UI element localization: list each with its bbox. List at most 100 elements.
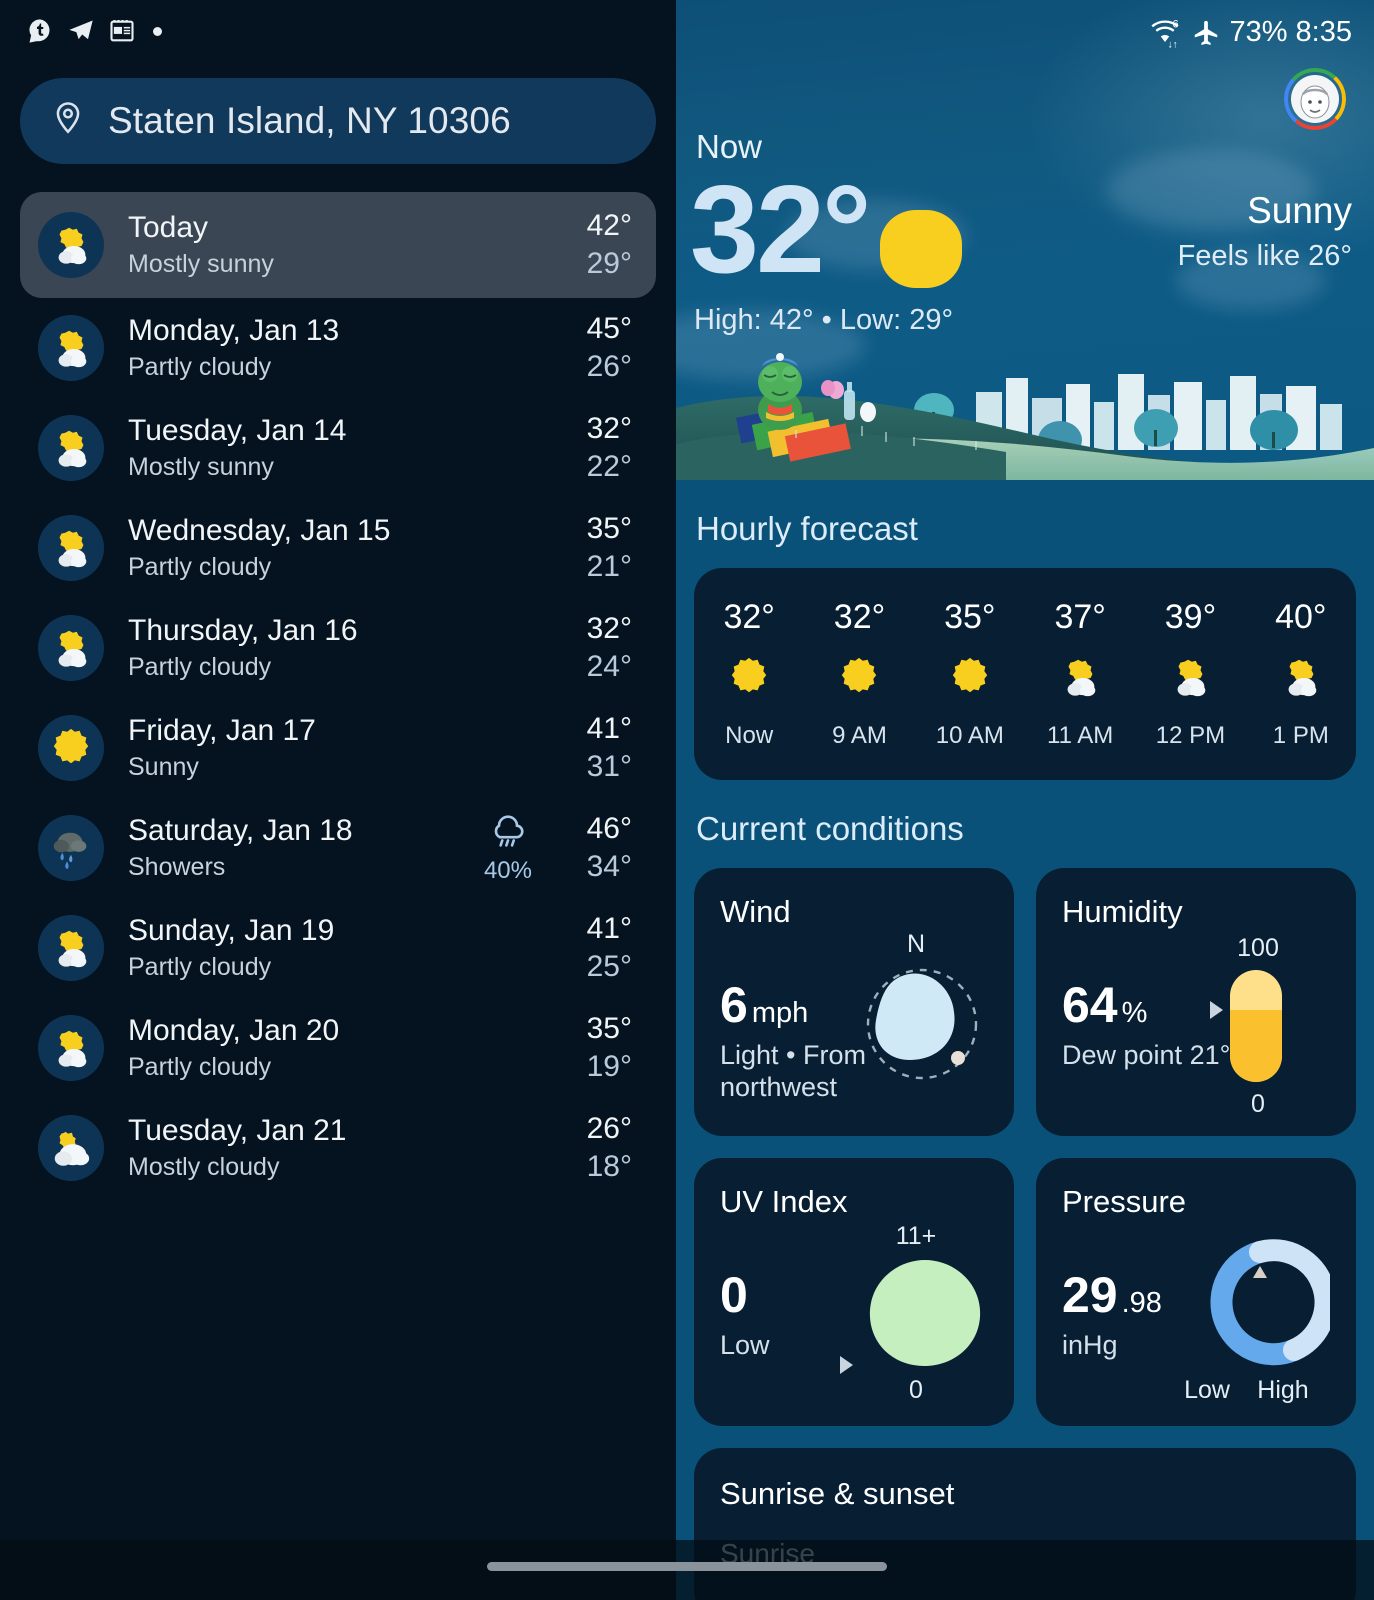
daily-forecast-panel: Staten Island, NY 10306 Today Mostly sunn…: [0, 0, 676, 1600]
hour-label: 12 PM: [1155, 722, 1226, 749]
day-info: Saturday, Jan 18 Showers: [128, 814, 484, 882]
uv-index-card[interactable]: UV Index 0 Low 11+ 0: [694, 1158, 1014, 1426]
humidity-title: Humidity: [1062, 894, 1183, 929]
day-high: 35°: [586, 1012, 632, 1046]
sun-icon: [837, 655, 881, 704]
uv-marker-icon: [840, 1356, 853, 1374]
day-row[interactable]: Friday, Jan 17 Sunny 41° 31°: [20, 698, 656, 798]
home-gesture-pill[interactable]: [487, 1562, 887, 1571]
hour-label: 11 AM: [1047, 722, 1114, 749]
day-temperatures: 41° 25°: [558, 912, 632, 983]
sunrise-sunset-title: Sunrise & sunset: [720, 1476, 955, 1511]
sun-behind-cloud-icon: [38, 315, 104, 381]
status-bar-notifications: [0, 0, 676, 62]
pressure-card[interactable]: Pressure 29 .98 inHg Low High: [1036, 1158, 1356, 1426]
sun-behind-cloud-icon: [38, 1015, 104, 1081]
condition-summary: Sunny Feels like 26°: [1178, 190, 1352, 273]
day-row[interactable]: Monday, Jan 20 Partly cloudy 35° 19°: [20, 998, 656, 1098]
hour-label: 10 AM: [935, 722, 1004, 749]
humidity-value-group: 64 %: [1062, 976, 1147, 1034]
wifi-6-icon: 6 ↓↑: [1150, 18, 1179, 48]
daily-forecast-list[interactable]: Today Mostly sunny 42° 29° Monday, Jan 13 Par…: [0, 192, 676, 1198]
hourly-item[interactable]: 39° 12 PM: [1135, 598, 1245, 750]
day-low: 25°: [586, 950, 632, 983]
sun-behind-cloud-icon: [38, 212, 104, 278]
location-pin-icon: [56, 102, 80, 134]
day-low: 26°: [586, 350, 632, 383]
airplane-mode-icon: [1194, 20, 1217, 45]
hour-label: 9 AM: [832, 722, 887, 749]
day-low: 29°: [586, 247, 632, 280]
sun-behind-cloud-icon: [38, 615, 104, 681]
day-info: Today Mostly sunny: [128, 211, 558, 279]
wind-unit: mph: [751, 997, 809, 1029]
current-weather-hero: 6 ↓↑ 73% 8:35 Now 32° High: 42° • Low: 2…: [676, 0, 1374, 480]
day-name: Friday, Jan 17: [128, 714, 316, 748]
hour-temperature: 32°: [723, 598, 775, 636]
wind-title: Wind: [720, 894, 791, 929]
news-icon: [110, 20, 134, 42]
hourly-item[interactable]: 35° 10 AM: [915, 598, 1025, 750]
day-low: 31°: [586, 750, 632, 783]
uv-gauge-max: 11+: [895, 1222, 937, 1250]
day-condition: Partly cloudy: [128, 352, 272, 381]
svg-text:↓↑: ↓↑: [1167, 39, 1177, 48]
system-navigation-bar: [0, 1540, 1374, 1600]
pressure-unit: inHg: [1062, 1330, 1118, 1360]
high-low-text: High: 42° • Low: 29°: [694, 304, 954, 336]
day-name: Saturday, Jan 18: [128, 814, 353, 848]
day-row[interactable]: Monday, Jan 13 Partly cloudy 45° 26°: [20, 298, 656, 398]
day-row[interactable]: Wednesday, Jan 15 Partly cloudy 35° 21°: [20, 498, 656, 598]
wind-card[interactable]: Wind 6 mph Light • From northwest N: [694, 868, 1014, 1136]
hourly-item[interactable]: 37° 11 AM: [1025, 598, 1135, 750]
compass-north-label: N: [906, 930, 926, 958]
day-row[interactable]: Thursday, Jan 16 Partly cloudy 32° 24°: [20, 598, 656, 698]
status-bar-system: 6 ↓↑ 73% 8:35: [1148, 16, 1352, 49]
day-row[interactable]: Tuesday, Jan 14 Mostly sunny 32° 22°: [20, 398, 656, 498]
location-search-bar[interactable]: Staten Island, NY 10306: [20, 78, 656, 164]
uv-index-level: Low: [720, 1330, 770, 1360]
day-condition: Mostly sunny: [128, 452, 274, 481]
day-info: Monday, Jan 20 Partly cloudy: [128, 1014, 558, 1082]
day-info: Tuesday, Jan 21 Mostly cloudy: [128, 1114, 558, 1182]
sun-behind-cloud-icon: [1279, 655, 1323, 704]
hourly-item[interactable]: 40° 1 PM: [1246, 598, 1356, 750]
hourly-item[interactable]: 32° 9 AM: [804, 598, 914, 750]
avatar[interactable]: [1284, 68, 1346, 130]
sun-icon: [38, 715, 104, 781]
day-row[interactable]: Sunday, Jan 19 Partly cloudy 41° 25°: [20, 898, 656, 998]
day-temperatures: 26° 18°: [558, 1112, 632, 1183]
current-conditions-grid: Wind 6 mph Light • From northwest N Humi…: [676, 868, 1374, 1426]
hour-temperature: 40°: [1275, 598, 1327, 636]
wind-compass-icon: N: [842, 930, 990, 1114]
day-row[interactable]: Saturday, Jan 18 Showers 40% 46° 34°: [20, 798, 656, 898]
day-condition: Sunny: [128, 752, 199, 781]
day-row[interactable]: Today Mostly sunny 42° 29°: [20, 192, 656, 298]
humidity-unit: %: [1121, 997, 1148, 1029]
sun-behind-cloud-icon: [38, 415, 104, 481]
hourly-forecast-card[interactable]: 32° Now 32° 9 AM 35° 10 AM 37° 11 AM 39° 12 PM 40°…: [694, 568, 1356, 780]
day-row[interactable]: Tuesday, Jan 21 Mostly cloudy 26° 18°: [20, 1098, 656, 1198]
day-temperatures: 41° 31°: [558, 712, 632, 783]
day-high: 26°: [586, 1112, 632, 1146]
hourly-forecast-title: Hourly forecast: [696, 510, 918, 547]
day-name: Sunday, Jan 19: [128, 914, 335, 948]
day-high: 32°: [586, 612, 632, 646]
humidity-gauge-min: 0: [1251, 1090, 1265, 1118]
day-name: Wednesday, Jan 15: [128, 514, 391, 548]
pressure-decimal: .98: [1121, 1287, 1162, 1319]
hour-temperature: 32°: [833, 598, 886, 636]
day-condition: Mostly cloudy: [128, 1152, 280, 1181]
day-temperatures: 35° 21°: [558, 512, 632, 583]
tumblr-icon: [29, 19, 50, 43]
day-condition: Partly cloudy: [128, 652, 272, 681]
hourly-item[interactable]: 32° Now: [694, 598, 804, 750]
day-condition: Mostly sunny: [128, 249, 274, 278]
weather-illustration: [676, 340, 1374, 480]
uv-index-value: 0: [720, 1267, 748, 1323]
day-low: 19°: [586, 1050, 632, 1083]
humidity-card[interactable]: Humidity 64 % Dew point 21° 100 0: [1036, 868, 1356, 1136]
sun-behind-cloud-icon: [38, 515, 104, 581]
day-low: 22°: [586, 450, 632, 483]
uv-index-gauge: 11+ 0: [840, 1222, 990, 1404]
